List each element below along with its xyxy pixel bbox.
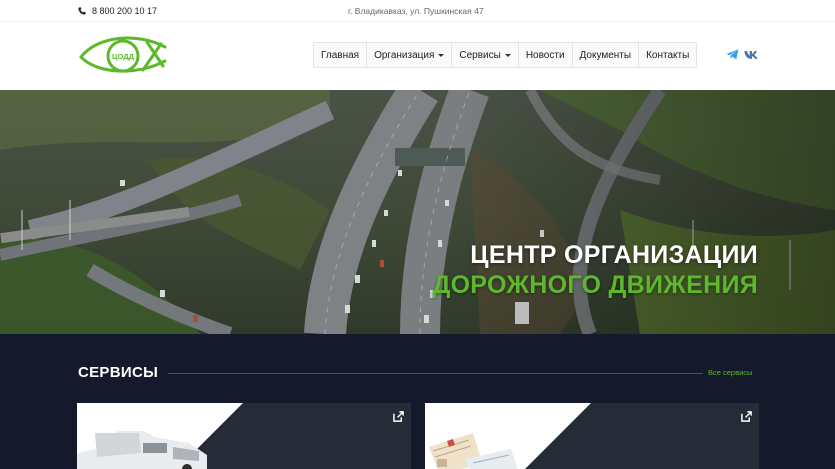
phone-icon bbox=[78, 7, 86, 15]
hero-title-line2: ДОРОЖНОГО ДВИЖЕНИЯ bbox=[432, 271, 758, 299]
section-divider bbox=[168, 373, 703, 374]
services-section: СЕРВИСЫ Все сервисы bbox=[0, 334, 835, 469]
service-card[interactable] bbox=[77, 403, 411, 469]
nav-label: Контакты bbox=[646, 49, 690, 61]
site-header: ЦОДД Главная Организация Сервисы Новости… bbox=[0, 22, 835, 90]
documents-image bbox=[425, 403, 591, 469]
nav-item-services[interactable]: Сервисы bbox=[452, 43, 519, 67]
nav-item-home[interactable]: Главная bbox=[314, 43, 368, 67]
truck-image bbox=[77, 403, 243, 469]
nav-label: Главная bbox=[321, 49, 360, 61]
telegram-icon[interactable] bbox=[726, 49, 739, 60]
address-text: г. Владикавказ, ул. Пушкинская 47 bbox=[348, 6, 484, 16]
nav-label: Сервисы bbox=[459, 49, 501, 61]
nav-label: Организация bbox=[374, 49, 435, 61]
top-bar: 8 800 200 10 17 г. Владикавказ, ул. Пушк… bbox=[0, 0, 835, 22]
hero-banner: ЦЕНТР ОРГАНИЗАЦИИ ДОРОЖНОГО ДВИЖЕНИЯ bbox=[0, 90, 835, 334]
service-card[interactable] bbox=[425, 403, 759, 469]
nav-item-news[interactable]: Новости bbox=[519, 43, 573, 67]
external-link-icon[interactable] bbox=[393, 411, 404, 422]
nav-label: Новости bbox=[525, 49, 565, 61]
all-services-link[interactable]: Все сервисы bbox=[708, 368, 752, 377]
nav-item-documents[interactable]: Документы bbox=[573, 43, 640, 67]
external-link-icon[interactable] bbox=[741, 411, 752, 422]
nav-item-contacts[interactable]: Контакты bbox=[639, 43, 696, 67]
main-nav: Главная Организация Сервисы Новости Доку… bbox=[313, 42, 698, 68]
phone-number[interactable]: 8 800 200 10 17 bbox=[92, 6, 157, 16]
logo-text: ЦОДД bbox=[112, 52, 135, 61]
social-links bbox=[726, 49, 759, 60]
nav-label: Документы bbox=[579, 49, 632, 61]
phone-contact[interactable]: 8 800 200 10 17 bbox=[78, 5, 157, 17]
vk-icon[interactable] bbox=[744, 50, 759, 60]
caret-down-icon bbox=[438, 53, 445, 57]
hero-title-line1: ЦЕНТР ОРГАНИЗАЦИИ bbox=[470, 241, 758, 269]
section-title: СЕРВИСЫ bbox=[78, 364, 159, 381]
nav-item-organization[interactable]: Организация bbox=[367, 43, 453, 67]
hero-title: ЦЕНТР ОРГАНИЗАЦИИ ДОРОЖНОГО ДВИЖЕНИЯ bbox=[432, 240, 758, 300]
logo[interactable]: ЦОДД bbox=[77, 30, 169, 80]
caret-down-icon bbox=[504, 53, 511, 57]
